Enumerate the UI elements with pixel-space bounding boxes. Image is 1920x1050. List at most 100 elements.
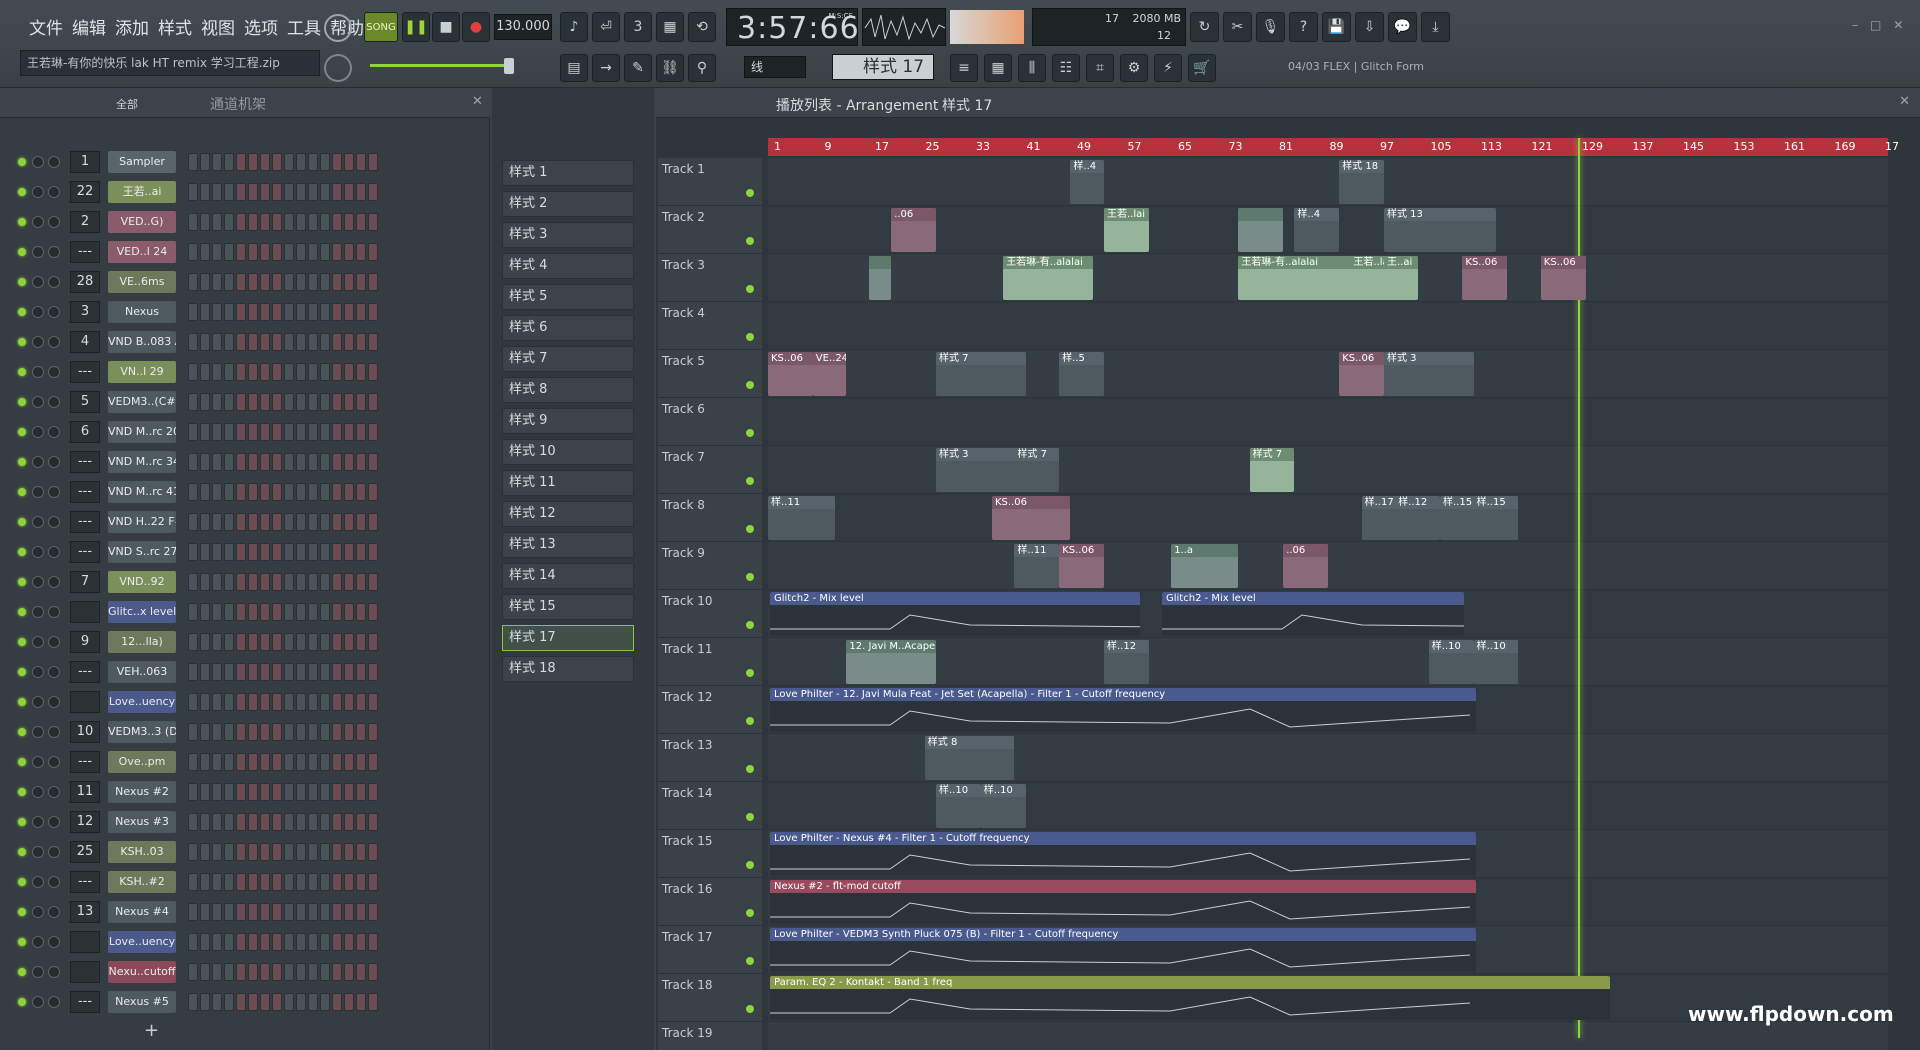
channel-mixer-track[interactable]: 7 — [70, 571, 100, 593]
channel-mixer-track[interactable]: --- — [70, 451, 100, 473]
channel-name-button[interactable]: Sampler — [108, 151, 176, 173]
track-lane[interactable] — [768, 542, 1888, 590]
channel-volume-knob[interactable] — [32, 456, 44, 468]
channel-mixer-track[interactable]: 25 — [70, 841, 100, 863]
channel-name-button[interactable]: Nexus #2 — [108, 781, 176, 803]
clip[interactable]: VE..24 — [812, 352, 847, 396]
step-sequencer[interactable] — [188, 933, 378, 951]
step-sequencer[interactable] — [188, 783, 378, 801]
clip[interactable]: 王若琳-有..alalai — [1003, 256, 1093, 300]
breadcrumb-pattern[interactable]: 样式 17 — [942, 95, 992, 115]
channel-row[interactable]: --- VND M..rc 34 — [18, 450, 378, 474]
track-lane[interactable] — [768, 638, 1888, 686]
clip[interactable]: 样..12 — [1395, 496, 1440, 540]
chat-icon[interactable]: 💬 — [1388, 12, 1417, 42]
channel-mute-led[interactable] — [18, 188, 26, 196]
channel-name-button[interactable]: VND S..rc 27 — [108, 541, 176, 563]
channel-row[interactable]: --- VED..l 24 — [18, 240, 378, 264]
channel-name-button[interactable]: VN..l 29 — [108, 361, 176, 383]
channel-mute-led[interactable] — [18, 608, 26, 616]
channel-pan-knob[interactable] — [48, 156, 60, 168]
channel-mute-led[interactable] — [18, 908, 26, 916]
channel-mute-led[interactable] — [18, 968, 26, 976]
minimize-icon[interactable]: – — [1852, 18, 1858, 32]
channel-name-button[interactable]: 王若..ai — [108, 181, 176, 203]
clip[interactable]: 样..10 — [936, 784, 981, 828]
channel-name-button[interactable]: 12...lla) — [108, 631, 176, 653]
channel-pan-knob[interactable] — [48, 966, 60, 978]
channel-mixer-track[interactable]: 5 — [70, 391, 100, 413]
channel-mute-led[interactable] — [18, 278, 26, 286]
clip[interactable]: 样式 13 — [1384, 208, 1496, 252]
clip[interactable]: 样..10 — [1428, 640, 1474, 684]
track-mute-led[interactable] — [746, 525, 754, 533]
channel-name-button[interactable]: Nexus #3 — [108, 811, 176, 833]
step-sequencer[interactable] — [188, 603, 378, 621]
channel-row[interactable]: 11 Nexus #2 — [18, 780, 378, 804]
channel-mixer-track[interactable]: --- — [70, 751, 100, 773]
track-mute-led[interactable] — [746, 573, 754, 581]
clip[interactable]: 样..10 — [980, 784, 1026, 828]
undo-history-icon[interactable]: ↻ — [1190, 12, 1219, 42]
channel-row[interactable]: 9 12...lla) — [18, 630, 378, 654]
channel-pan-knob[interactable] — [48, 486, 60, 498]
automation-clip[interactable]: Param. EQ 2 - Kontakt - Band 1 freq — [770, 976, 1610, 1020]
channel-name-button[interactable]: Nexus #5 — [108, 991, 176, 1013]
step-sequencer[interactable] — [188, 693, 378, 711]
clip[interactable]: 样..12 — [1104, 640, 1149, 684]
track-header[interactable]: Track 2 — [658, 206, 762, 254]
channel-row[interactable]: --- VND M..rc 41 — [18, 480, 378, 504]
track-lane[interactable] — [768, 494, 1888, 542]
wait-input-icon[interactable]: ⏎ — [592, 12, 620, 42]
track-mute-led[interactable] — [746, 1005, 754, 1013]
channel-volume-knob[interactable] — [32, 876, 44, 888]
channel-name-button[interactable]: KSH..#2 — [108, 871, 176, 893]
channel-mute-led[interactable] — [18, 518, 26, 526]
clip[interactable]: ..06 — [891, 208, 936, 252]
step-seq-icon[interactable]: ▦ — [984, 54, 1012, 82]
track-mute-led[interactable] — [746, 477, 754, 485]
plugin-icon[interactable]: ⚙ — [1120, 54, 1148, 82]
menu-item-5[interactable]: 选项 — [241, 8, 281, 44]
track-header[interactable]: Track 11 — [658, 638, 762, 686]
master-slider-handle[interactable] — [504, 58, 514, 74]
timeline-ruler[interactable]: 1 9 17 25 33 41 49 57 65 73 81 89 97 105 113 121 129 137 1… — [768, 138, 1899, 156]
channel-mixer-track[interactable]: 22 — [70, 181, 100, 203]
clip[interactable]: 12. Javi M..Acapella — [846, 640, 936, 684]
tempo-display[interactable]: 130.000 — [494, 14, 552, 40]
step-sequencer[interactable] — [188, 453, 378, 471]
playlist-close-icon[interactable]: ✕ — [1899, 94, 1910, 109]
track-header[interactable]: Track 1 — [658, 158, 762, 206]
channel-mute-led[interactable] — [18, 668, 26, 676]
channel-name-button[interactable]: VND M..rc 34 — [108, 451, 176, 473]
track-mute-led[interactable] — [746, 381, 754, 389]
track-header[interactable]: Track 8 — [658, 494, 762, 542]
track-header[interactable]: Track 15 — [658, 830, 762, 878]
step-sequencer[interactable] — [188, 723, 378, 741]
channel-volume-knob[interactable] — [32, 486, 44, 498]
channel-mute-led[interactable] — [18, 818, 26, 826]
clip[interactable]: 样式 3 — [1384, 352, 1474, 396]
step-sequencer[interactable] — [188, 483, 378, 501]
track-mute-led[interactable] — [746, 333, 754, 341]
track-mute-led[interactable] — [746, 717, 754, 725]
channel-name-button[interactable]: VND..92 — [108, 571, 176, 593]
channel-name-button[interactable]: VEH..063 — [108, 661, 176, 683]
track-header[interactable]: Track 6 — [658, 398, 762, 446]
channel-mute-led[interactable] — [18, 578, 26, 586]
automation-clip[interactable]: Love Philter - VEDM3 Synth Pluck 075 (B)… — [770, 928, 1476, 972]
pattern-item[interactable]: 样式 8 — [502, 377, 634, 403]
track-lane[interactable] — [768, 158, 1888, 206]
clip[interactable]: 样..4 — [1294, 208, 1340, 252]
track-lane[interactable] — [768, 302, 1888, 350]
channel-name-button[interactable]: Glitc..x level — [108, 601, 176, 623]
channel-volume-knob[interactable] — [32, 516, 44, 528]
step-sequencer[interactable] — [188, 573, 378, 591]
channel-pan-knob[interactable] — [48, 306, 60, 318]
channel-volume-knob[interactable] — [32, 696, 44, 708]
automation-clip[interactable]: Love Philter - Nexus #4 - Filter 1 - Cut… — [770, 832, 1476, 876]
channel-volume-knob[interactable] — [32, 816, 44, 828]
channel-mixer-track[interactable]: 6 — [70, 421, 100, 443]
channel-pan-knob[interactable] — [48, 396, 60, 408]
pattern-item[interactable]: 样式 6 — [502, 315, 634, 341]
